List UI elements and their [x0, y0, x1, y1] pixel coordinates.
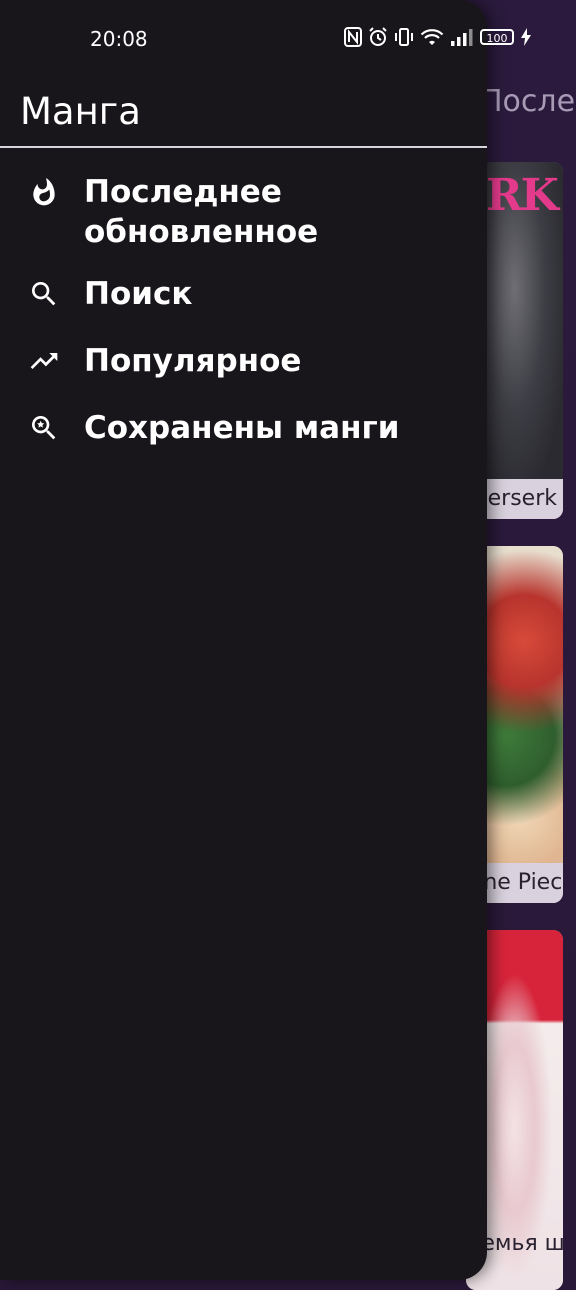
- battery-icon: 100: [480, 29, 514, 45]
- navigation-drawer: Манга Последнее обновленное Поиск Популя…: [0, 0, 487, 1280]
- drawer-item-label: Популярное: [84, 343, 302, 379]
- alarm-icon: [369, 27, 387, 46]
- drawer-item-popular[interactable]: Популярное: [0, 341, 487, 408]
- status-bar: 20:08 100: [0, 0, 576, 78]
- drawer-divider: [0, 146, 487, 148]
- signal-icon: [451, 29, 473, 46]
- drawer-title: Манга: [20, 90, 141, 133]
- drawer-menu: Последнее обновленное Поиск Популярное С…: [0, 172, 487, 475]
- search-star-icon: [32, 416, 56, 440]
- vibrate-icon: [395, 28, 413, 46]
- charging-icon: [521, 28, 531, 46]
- search-icon: [32, 282, 56, 306]
- drawer-item-label: Последнее обновленное: [84, 174, 319, 250]
- nfc-icon: [344, 27, 362, 47]
- background-screen-title: Последнее: [486, 84, 576, 119]
- drawer-item-label: Сохранены манги: [84, 410, 400, 446]
- trending-up-icon: [30, 353, 58, 369]
- drawer-item-search[interactable]: Поиск: [0, 274, 487, 341]
- status-time: 20:08: [90, 27, 148, 51]
- drawer-item-latest-updates[interactable]: Последнее обновленное: [0, 172, 487, 274]
- wifi-icon: [420, 29, 444, 45]
- drawer-item-label: Поиск: [84, 276, 193, 312]
- fire-icon: [33, 178, 55, 206]
- status-icons: 100: [344, 26, 532, 48]
- drawer-item-saved-manga[interactable]: Сохранены манги: [0, 408, 487, 475]
